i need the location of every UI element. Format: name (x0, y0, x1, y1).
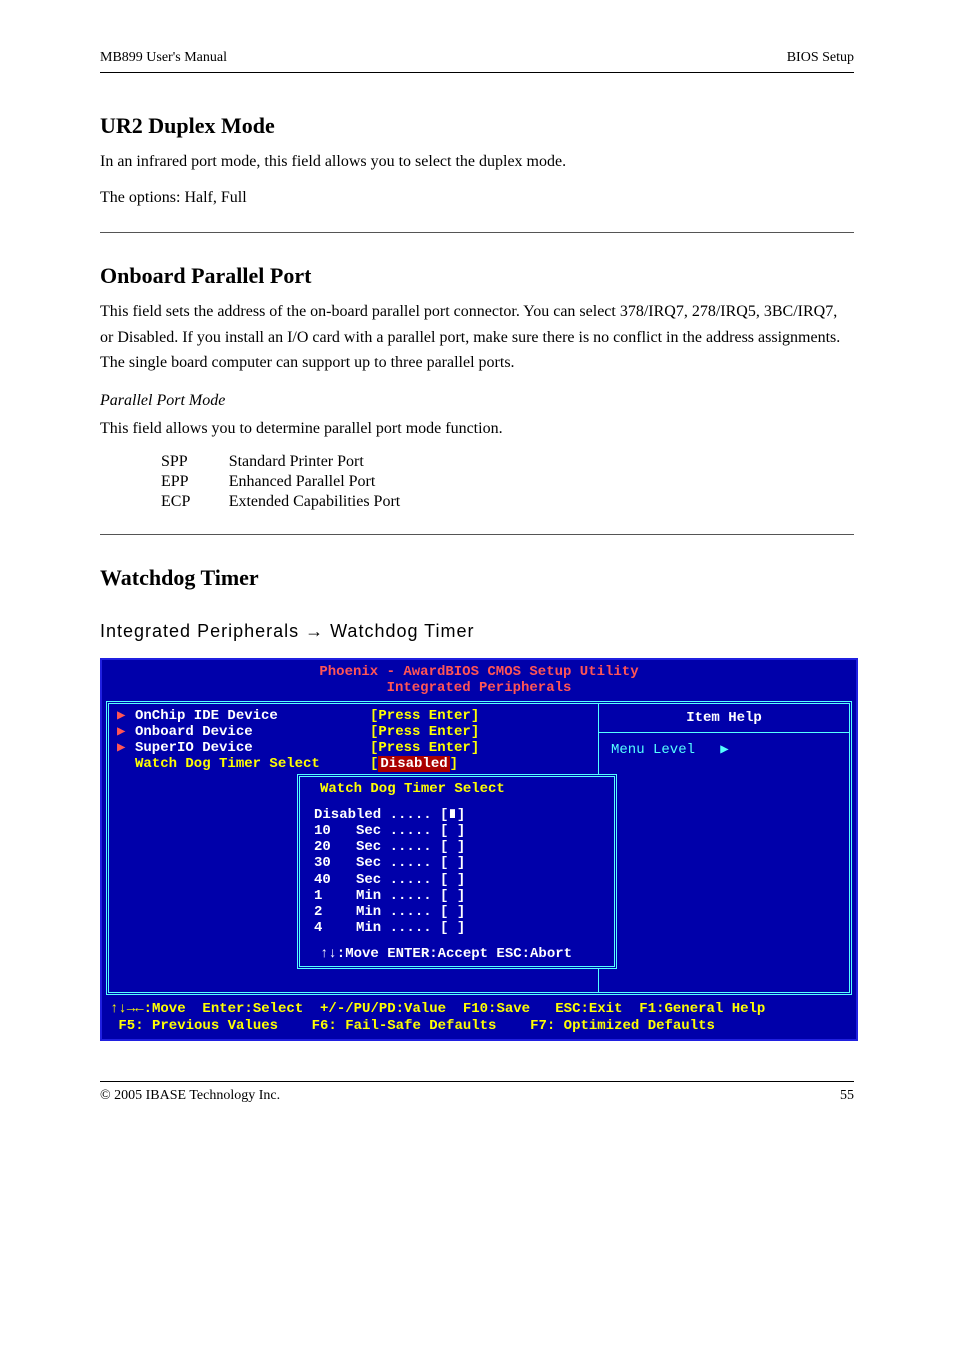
popup-option[interactable]: 1 Min ..... [ ] (314, 888, 600, 904)
bios-title: Phoenix - AwardBIOS CMOS Setup Utility I… (102, 660, 856, 698)
bios-help-panel: Item Help Menu Level ▶ (599, 704, 849, 992)
sub-heading-parallel-mode: Parallel Port Mode (100, 392, 854, 410)
menu-level: Menu Level ▶ (599, 733, 849, 766)
popup-option[interactable]: Disabled ..... [∎] (314, 807, 600, 823)
item-help-title: Item Help (599, 704, 849, 733)
section-body-ur2: In an infrared port mode, this field all… (100, 149, 854, 175)
popup-hint: ↑↓:Move ENTER:Accept ESC:Abort (314, 946, 600, 962)
section-heading-watchdog: Watchdog Timer (100, 565, 854, 591)
popup-title: Watch Dog Timer Select (314, 781, 600, 797)
sub-body-parallel-mode: This field allows you to determine paral… (100, 416, 854, 442)
header-left: MB899 User's Manual (100, 50, 227, 66)
table-row: SPPStandard Printer Port (160, 452, 401, 472)
popup-option[interactable]: 2 Min ..... [ ] (314, 904, 600, 920)
popup-option[interactable]: 30 Sec ..... [ ] (314, 855, 600, 871)
page-header: MB899 User's Manual BIOS Setup (100, 50, 854, 66)
footer-copyright: © 2005 IBASE Technology Inc. (100, 1088, 280, 1104)
menu-item-onchip-ide[interactable]: ▶ OnChip IDE Device [Press Enter] (117, 708, 590, 724)
bios-screenshot: Phoenix - AwardBIOS CMOS Setup Utility I… (100, 658, 858, 1041)
triangle-icon: ▶ (117, 708, 135, 724)
popup-option[interactable]: 20 Sec ..... [ ] (314, 839, 600, 855)
table-row: EPPEnhanced Parallel Port (160, 472, 401, 492)
section-heading-ur2: UR2 Duplex Mode (100, 113, 854, 139)
popup-option[interactable]: 10 Sec ..... [ ] (314, 823, 600, 839)
section-options-ur2: The options: Half, Full (100, 185, 854, 211)
menu-item-onboard-device[interactable]: ▶ Onboard Device [Press Enter] (117, 724, 590, 740)
footer-page-number: 55 (840, 1088, 854, 1104)
section-heading-parallel: Onboard Parallel Port (100, 263, 854, 289)
header-right: BIOS Setup (787, 50, 854, 66)
menu-item-watchdog[interactable]: Watch Dog Timer Select [Disabled] (117, 756, 590, 772)
triangle-icon: ▶ (720, 741, 728, 758)
triangle-icon: ▶ (117, 724, 135, 740)
menu-item-superio-device[interactable]: ▶ SuperIO Device [Press Enter] (117, 740, 590, 756)
bios-footer: ↑↓→←:Move Enter:Select +/-/PU/PD:Value F… (102, 999, 856, 1039)
page-footer: © 2005 IBASE Technology Inc. 55 (100, 1081, 854, 1104)
popup-watchdog-select: Watch Dog Timer Select Disabled ..... [∎… (297, 774, 617, 969)
popup-option[interactable]: 40 Sec ..... [ ] (314, 872, 600, 888)
divider (100, 232, 854, 233)
section-body-parallel: This field sets the address of the on-bo… (100, 299, 854, 376)
table-row: ECPExtended Capabilities Port (160, 492, 401, 512)
divider (100, 534, 854, 535)
menu-location: Integrated Peripherals → Watchdog Timer (100, 621, 854, 642)
popup-option[interactable]: 4 Min ..... [ ] (314, 920, 600, 936)
parallel-mode-table: SPPStandard Printer Port EPPEnhanced Par… (160, 452, 401, 512)
bios-menu-panel: ▶ OnChip IDE Device [Press Enter] ▶ Onbo… (109, 704, 599, 992)
triangle-icon: ▶ (117, 740, 135, 756)
